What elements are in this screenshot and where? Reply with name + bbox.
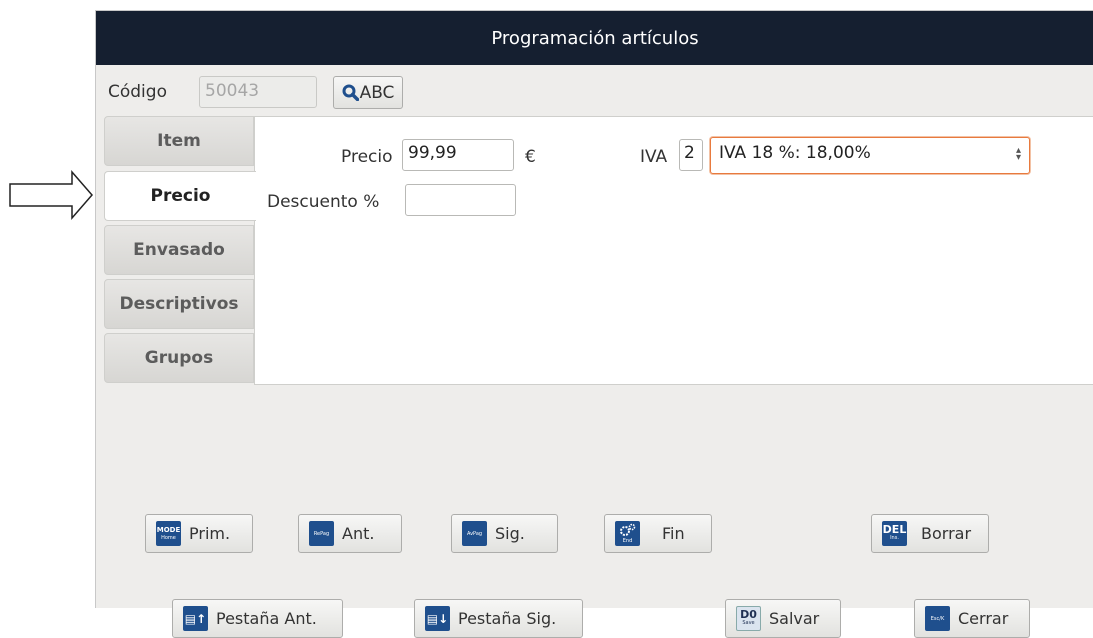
next-tab-button[interactable]: ▤↓ Pestaña Sig. — [414, 599, 583, 638]
previous-tab-label: Pestaña Ant. — [216, 609, 317, 628]
tab-label: Precio — [150, 186, 211, 206]
article-programming-window: Programación artículos Código 50043 ABC … — [95, 10, 1093, 638]
tab-label: Grupos — [144, 348, 214, 368]
code-label: Código — [108, 82, 167, 102]
last-record-button[interactable]: End Fin — [604, 514, 712, 553]
tab-precio[interactable]: Precio — [104, 171, 256, 221]
delete-button-label: Borrar — [921, 524, 972, 543]
repag-key-icon: RePag — [309, 521, 334, 546]
mode-key-icon: MODE Home — [156, 521, 181, 546]
magnifier-icon — [342, 84, 359, 101]
descuento-label: Descuento % — [267, 192, 380, 212]
tab-item[interactable]: Item — [104, 116, 254, 166]
previous-record-button[interactable]: RePag Ant. — [298, 514, 402, 553]
d0-save-key-icon: D0 Save — [736, 606, 761, 631]
printer-up-icon: ▤↑ — [183, 606, 208, 631]
save-button-label: Salvar — [769, 609, 820, 628]
tab-descriptivos[interactable]: Descriptivos — [104, 279, 254, 329]
close-button-label: Cerrar — [958, 609, 1009, 628]
code-field[interactable]: 50043 — [199, 76, 317, 108]
descuento-input[interactable] — [405, 184, 516, 216]
printer-down-icon: ▤↓ — [425, 606, 450, 631]
tab-label: Item — [157, 131, 201, 151]
currency-symbol: € — [525, 147, 536, 167]
pointer-arrow-icon — [9, 170, 93, 220]
code-row: Código 50043 ABC — [96, 71, 1093, 115]
previous-button-label: Ant. — [342, 524, 375, 543]
close-button[interactable]: Esc/K Cerrar — [914, 599, 1030, 638]
window-title: Programación artículos — [96, 11, 1093, 65]
save-button[interactable]: D0 Save Salvar — [725, 599, 841, 638]
first-record-button[interactable]: MODE Home Prim. — [145, 514, 253, 553]
iva-code-field[interactable]: 2 — [679, 139, 703, 171]
next-tab-label: Pestaña Sig. — [458, 609, 557, 628]
tab-envasado[interactable]: Envasado — [104, 225, 254, 275]
last-button-label: Fin — [662, 524, 685, 543]
precio-label: Precio — [341, 147, 393, 167]
next-record-button[interactable]: AvPag Sig. — [451, 514, 558, 553]
del-key-icon: DEL Ins. — [882, 521, 907, 546]
first-button-label: Prim. — [189, 524, 231, 543]
previous-tab-button[interactable]: ▤↑ Pestaña Ant. — [172, 599, 343, 638]
iva-selected-value: IVA 18 %: 18,00% — [719, 143, 871, 163]
precio-input[interactable]: 99,99 — [402, 139, 514, 171]
avpag-key-icon: AvPag — [462, 521, 487, 546]
tab-grupos[interactable]: Grupos — [104, 333, 254, 383]
iva-label: IVA — [640, 147, 668, 167]
tab-label: Envasado — [133, 240, 225, 260]
iva-select[interactable]: IVA 18 %: 18,00% ▴ ▾ — [710, 137, 1030, 174]
delete-button[interactable]: DEL Ins. Borrar — [871, 514, 989, 553]
price-panel: Precio 99,99 € IVA 2 IVA 18 %: 18,00% ▴ ▾… — [254, 116, 1093, 385]
spinner-arrows-icon: ▴ ▾ — [1015, 145, 1021, 163]
tab-label: Descriptivos — [119, 294, 239, 314]
search-abc-label: ABC — [359, 82, 395, 103]
next-button-label: Sig. — [495, 524, 525, 543]
search-abc-button[interactable]: ABC — [333, 76, 403, 109]
esc-key-icon: Esc/K — [925, 606, 950, 631]
gears-end-icon: End — [615, 521, 640, 546]
